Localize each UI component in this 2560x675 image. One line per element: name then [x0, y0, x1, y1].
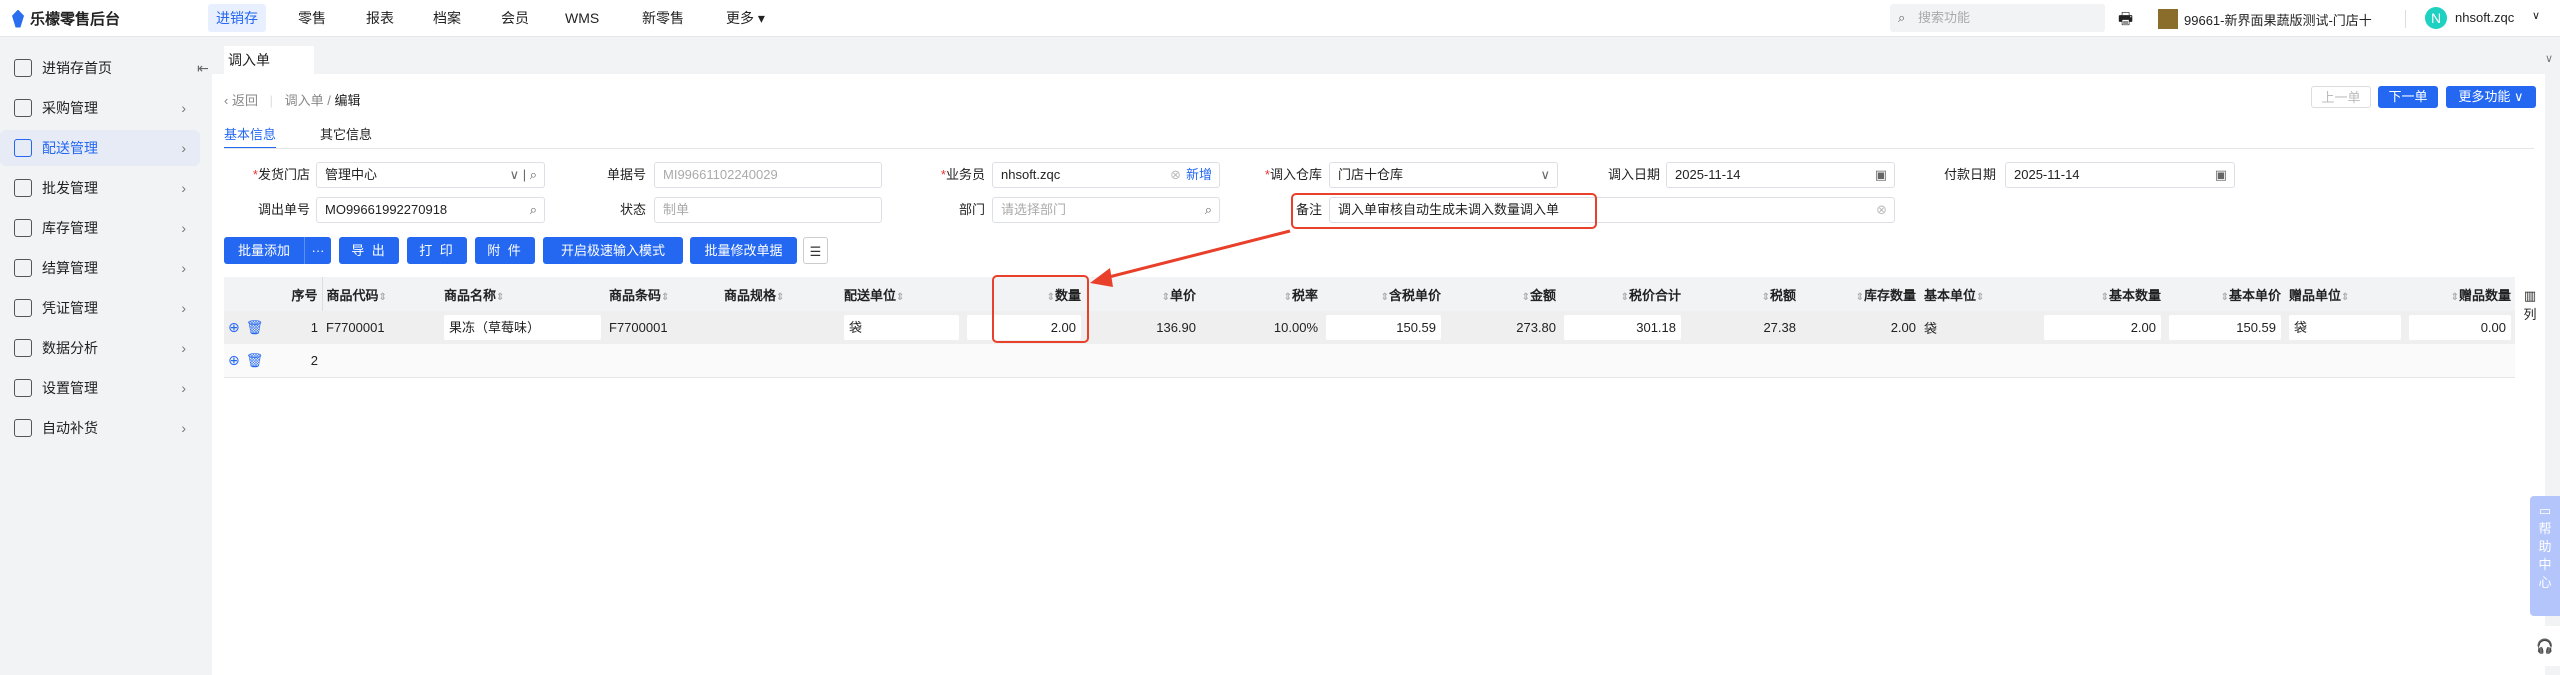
- annotation-arrow: [1090, 229, 1291, 287]
- help-center-button[interactable]: ▭ 帮助中心: [2530, 496, 2560, 616]
- message-icon: ▭: [2538, 503, 2552, 518]
- customer-service-icon[interactable]: 🎧: [2530, 626, 2560, 666]
